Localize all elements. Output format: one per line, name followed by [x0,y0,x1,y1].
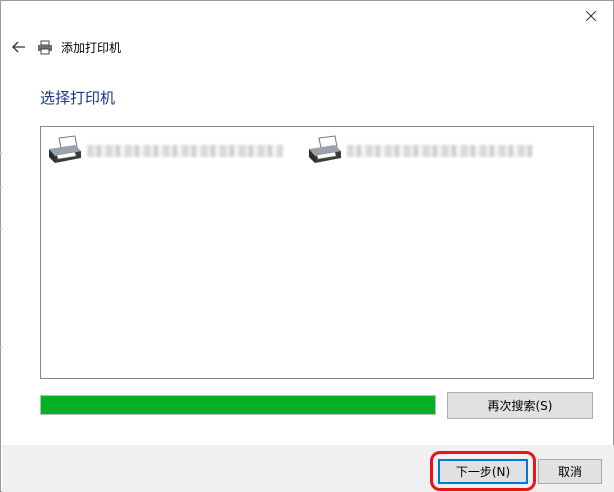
printer-icon [49,135,81,163]
search-progress-fill [41,396,435,414]
printer-list[interactable] [40,126,594,379]
left-edge-marks [0,0,3,492]
back-button[interactable] [9,37,29,57]
search-again-button[interactable]: 再次搜索(S) [447,392,593,419]
search-progress-bar [40,395,436,415]
page-heading: 选择打印机 [40,89,116,107]
dialog-header: 添加打印机 [9,35,309,59]
close-icon [586,11,596,21]
close-button[interactable] [569,1,613,31]
printer-name [87,145,283,157]
add-printer-dialog: 添加打印机 选择打印机 再次搜索(S) 下一步(N) 取消 [0,0,614,492]
cancel-button[interactable]: 取消 [538,459,602,484]
printer-list-item[interactable] [45,133,283,169]
dialog-title: 添加打印机 [61,40,122,55]
printer-name [347,145,533,157]
back-arrow-icon [12,41,25,53]
printer-list-item[interactable] [305,133,533,169]
next-button-highlight [430,451,536,491]
printer-icon [37,39,55,55]
printer-icon [309,135,341,163]
